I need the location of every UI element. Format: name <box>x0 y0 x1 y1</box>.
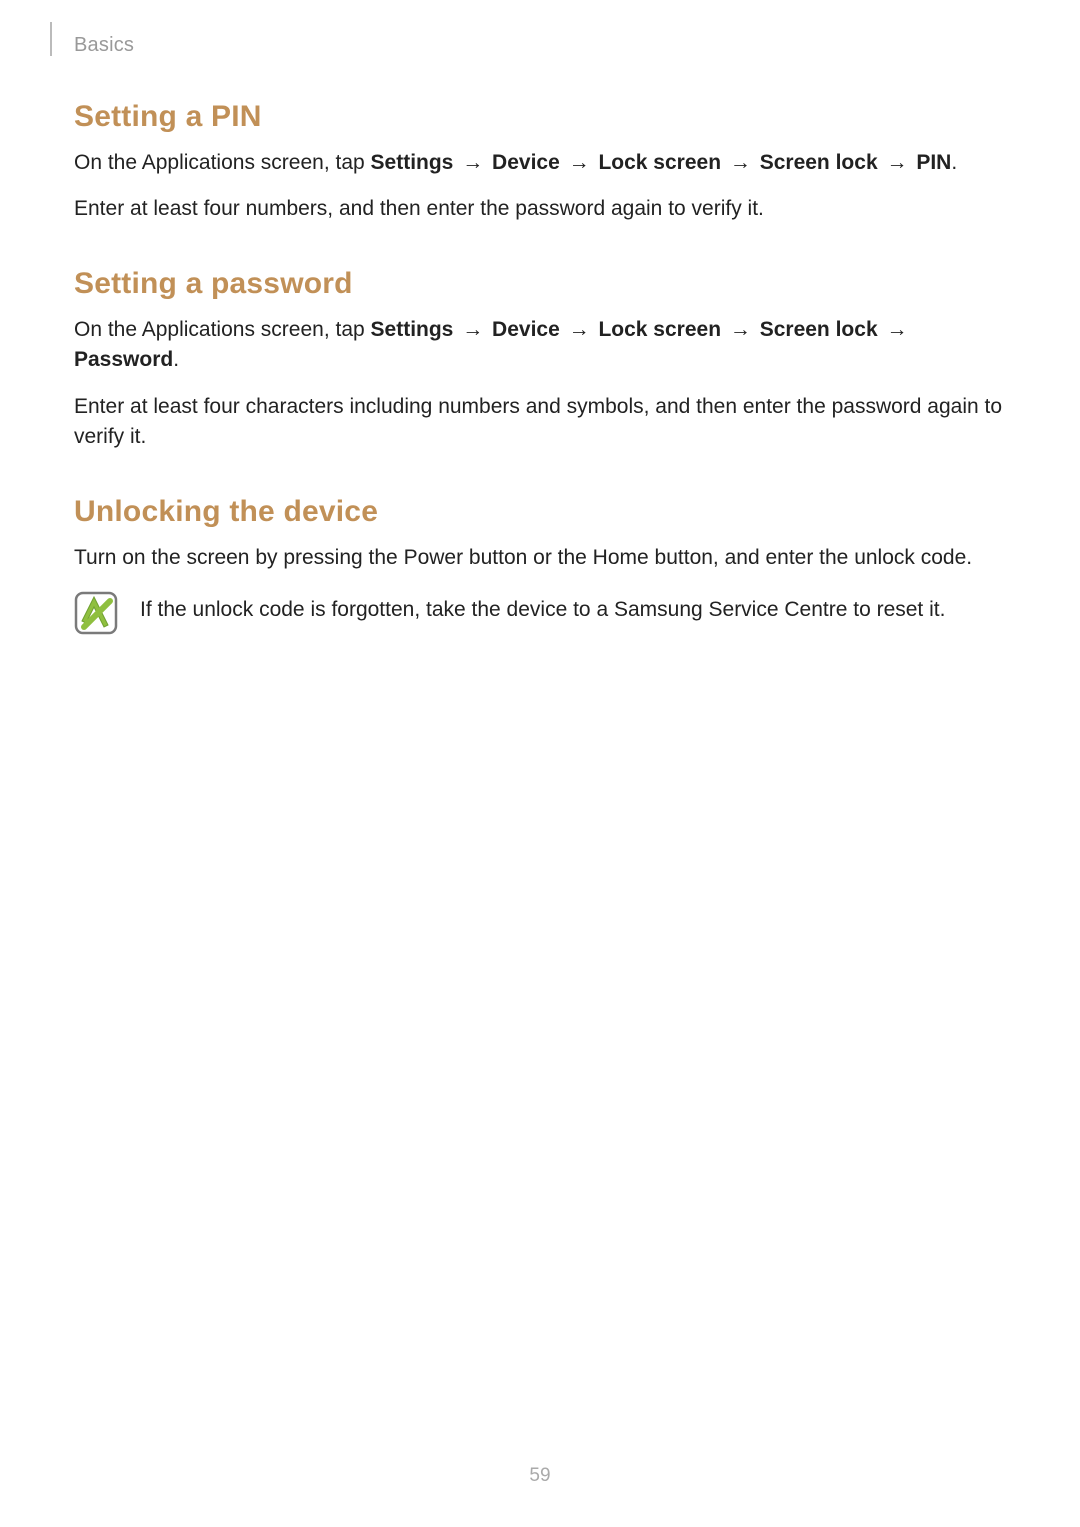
arrow-icon: → <box>459 151 486 174</box>
paragraph-pin-instruction: Enter at least four numbers, and then en… <box>74 194 1006 224</box>
paragraph-unlock-instruction: Turn on the screen by pressing the Power… <box>74 543 1006 573</box>
path-item: Settings <box>371 151 454 174</box>
page-number: 59 <box>0 1465 1080 1487</box>
path-item: Device <box>492 318 560 341</box>
path-item: Lock screen <box>598 318 721 341</box>
text-tail: . <box>951 151 957 174</box>
heading-setting-pin: Setting a PIN <box>74 100 1006 134</box>
paragraph-password-instruction: Enter at least four characters including… <box>74 392 1006 453</box>
text-tail: . <box>173 348 179 371</box>
paragraph-password-path: On the Applications screen, tap Settings… <box>74 315 1006 376</box>
path-item: Settings <box>371 318 454 341</box>
text-lead: On the Applications screen, tap <box>74 151 371 174</box>
arrow-icon: → <box>883 151 910 174</box>
path-item: Device <box>492 151 560 174</box>
heading-unlocking: Unlocking the device <box>74 495 1006 529</box>
arrow-icon: → <box>727 151 754 174</box>
header-rule <box>50 22 52 56</box>
heading-setting-password: Setting a password <box>74 267 1006 301</box>
note-row: If the unlock code is forgotten, take th… <box>74 589 1006 640</box>
path-item: Password <box>74 348 173 371</box>
arrow-icon: → <box>883 318 910 341</box>
paragraph-pin-path: On the Applications screen, tap Settings… <box>74 148 1006 178</box>
note-text: If the unlock code is forgotten, take th… <box>140 589 945 625</box>
manual-page: Basics Setting a PIN On the Applications… <box>0 0 1080 1527</box>
arrow-icon: → <box>566 318 593 341</box>
section-label: Basics <box>74 34 134 57</box>
page-content: Setting a PIN On the Applications screen… <box>74 100 1006 640</box>
arrow-icon: → <box>459 318 486 341</box>
path-item: Screen lock <box>760 318 878 341</box>
path-item: Lock screen <box>598 151 721 174</box>
path-item: PIN <box>916 151 951 174</box>
arrow-icon: → <box>727 318 754 341</box>
path-item: Screen lock <box>760 151 878 174</box>
note-icon <box>74 591 118 640</box>
text-lead: On the Applications screen, tap <box>74 318 371 341</box>
arrow-icon: → <box>566 151 593 174</box>
